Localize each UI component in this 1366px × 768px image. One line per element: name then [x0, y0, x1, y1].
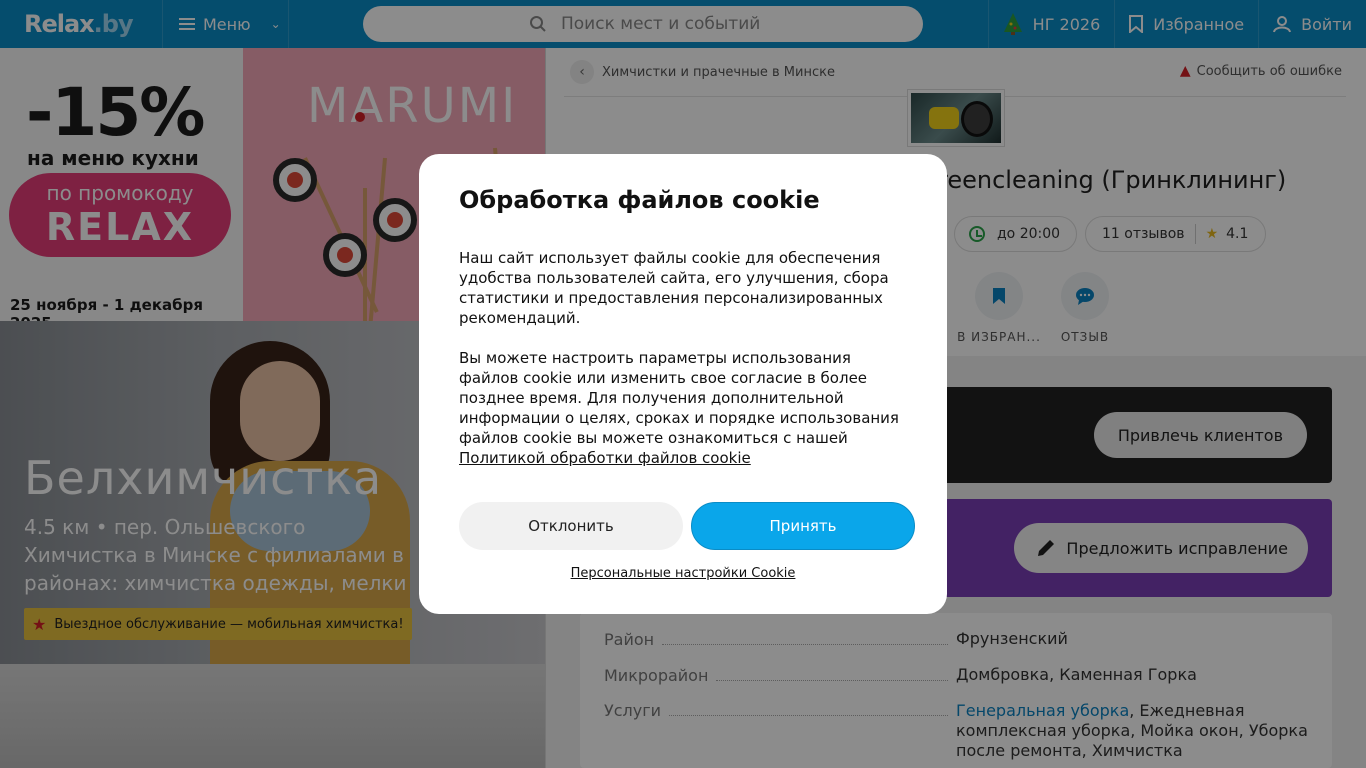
accept-button[interactable]: Принять [691, 502, 915, 550]
cookie-paragraph-2: Вы можете настроить параметры использова… [459, 348, 907, 468]
cookie-paragraph-1: Наш сайт использует файлы cookie для обе… [459, 249, 889, 327]
cookie-policy-link[interactable]: Политикой обработки файлов cookie [459, 449, 751, 467]
decline-button[interactable]: Отклонить [459, 502, 683, 550]
cookie-title: Обработка файлов cookie [459, 186, 820, 214]
cookie-paragraph-2-text: Вы можете настроить параметры использова… [459, 349, 899, 447]
cookie-settings-link[interactable]: Персональные настройки Cookie [419, 566, 947, 581]
cookie-modal: Обработка файлов cookie Наш сайт использ… [419, 154, 947, 614]
cookie-buttons: Отклонить Принять [459, 502, 915, 550]
